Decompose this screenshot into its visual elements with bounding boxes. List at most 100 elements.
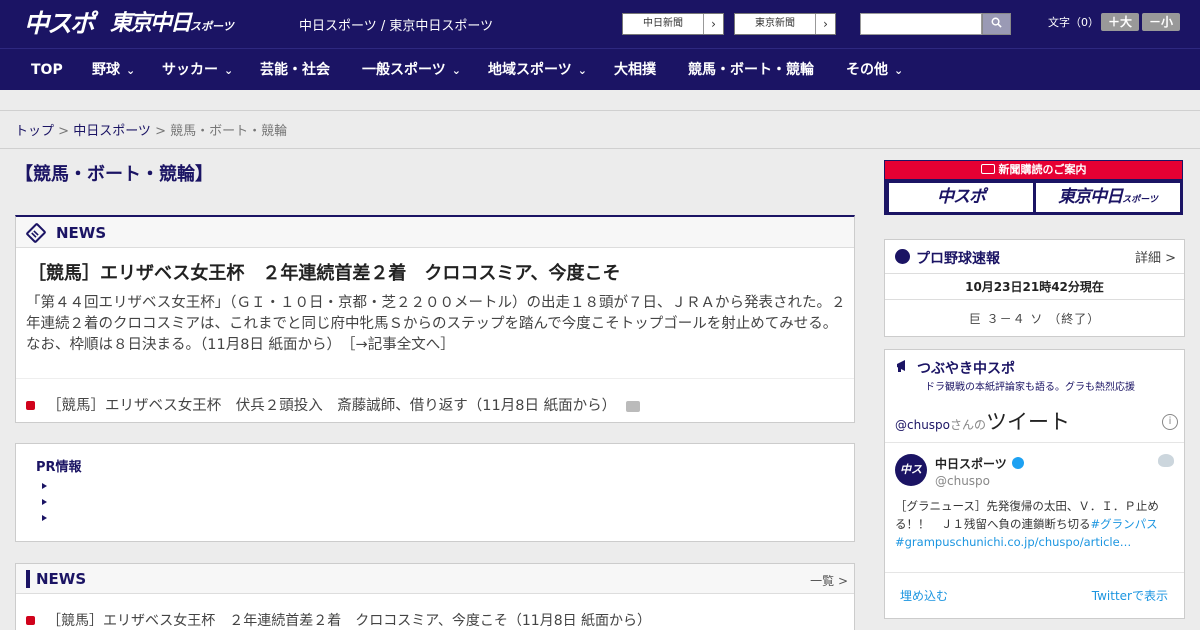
baseball-detail-link[interactable]: 詳細 > bbox=[1135, 247, 1176, 266]
chevron-right-icon: › bbox=[815, 14, 835, 34]
chevron-down-icon: ⌄ bbox=[224, 64, 234, 77]
play-bullet-icon bbox=[26, 616, 35, 625]
list-item[interactable]: ［競馬］エリザベス女王杯 ２年連続首差２着 クロコスミア、今度こそ（11月8日 … bbox=[26, 610, 651, 630]
related-news-text: ［競馬］エリザベス女王杯 伏兵２頭投入 斎藤誠師、借り返す（11月8日 紙面から… bbox=[47, 398, 617, 414]
breadcrumb-current: 競馬・ボート・競輪 bbox=[170, 124, 288, 139]
breadcrumb-separator: > bbox=[54, 124, 74, 139]
twitter-section-subtitle: ドラ観戦の本紙評論家も語る。グラも熱烈応援 bbox=[925, 382, 1135, 393]
subscription-title: 新聞購読のご案内 bbox=[885, 161, 1182, 179]
tweet-hashtag[interactable]: #グランパス bbox=[1091, 517, 1158, 531]
twitter-header-tweet: ツイート bbox=[986, 410, 1071, 434]
tweet-author-handle[interactable]: @chuspo bbox=[935, 474, 990, 488]
nav-top[interactable]: TOP bbox=[31, 49, 63, 91]
embed-link[interactable]: 埋め込む bbox=[900, 587, 948, 604]
site-links[interactable]: 中日スポーツ / 東京中日スポーツ bbox=[299, 15, 493, 34]
nav-label: サッカー bbox=[162, 62, 218, 78]
news-list-header: NEWS 一覧 > bbox=[16, 564, 854, 594]
nav-label: 競馬・ボート・競輪 bbox=[688, 62, 814, 78]
spacer-strip bbox=[0, 90, 1200, 111]
font-size-label: 文字（0） bbox=[1048, 16, 1099, 29]
search-button[interactable] bbox=[982, 13, 1011, 35]
nav-other[interactable]: その他 ⌄ bbox=[846, 49, 903, 91]
news-list-section: NEWS 一覧 > ［競馬］エリザベス女王杯 ２年連続首差２着 クロコスミア、今… bbox=[15, 563, 855, 630]
nav-local-sports[interactable]: 地域スポーツ ⌄ bbox=[488, 49, 587, 91]
nav-general-sports[interactable]: 一般スポーツ ⌄ bbox=[362, 49, 461, 91]
divider bbox=[885, 299, 1184, 300]
tokyo-shimbun-button[interactable]: 東京新聞 › bbox=[734, 13, 836, 35]
twitter-bird-icon[interactable] bbox=[1158, 454, 1174, 467]
tweet-author-name[interactable]: 中日スポーツ bbox=[935, 455, 1024, 472]
font-small-button[interactable]: －小 bbox=[1142, 13, 1180, 31]
news-headline[interactable]: ［競馬］エリザベス女王杯 ２年連続首差２着 クロコスミア、今度こそ bbox=[28, 259, 621, 285]
tokyo-logo-text: 東京中日 bbox=[110, 11, 192, 36]
tweet-link[interactable]: #grampuschunichi.co.jp/chuspo/article… bbox=[895, 535, 1131, 549]
twitter-widget: つぶやき中スポ ドラ観戦の本紙評論家も語る。グラも熱烈応援 @chuspoさんの… bbox=[884, 349, 1185, 619]
view-on-twitter-link[interactable]: Twitterで表示 bbox=[1092, 587, 1168, 604]
tweet-text: ［グラニュース］先発復帰の太田、Ｖ．Ｉ．Ｐ止める！！ Ｊ１残留へ負の連鎖断ち切る… bbox=[895, 497, 1177, 551]
nav-soccer[interactable]: サッカー ⌄ bbox=[162, 49, 233, 91]
chevron-right-icon: › bbox=[703, 14, 723, 34]
baseball-title: プロ野球速報 bbox=[916, 251, 1000, 267]
baseball-score[interactable]: 巨 ３－４ ソ （終了） bbox=[885, 310, 1184, 327]
news-header: NEWS bbox=[16, 217, 854, 248]
read-more-link[interactable]: ［→記事全文へ］ bbox=[348, 337, 454, 353]
related-news-item[interactable]: ［競馬］エリザベス女王杯 伏兵２頭投入 斎藤誠師、借り返す（11月8日 紙面から… bbox=[26, 394, 641, 415]
list-item-text: ［競馬］エリザベス女王杯 ２年連続首差２着 クロコスミア、今度こそ（11月8日 … bbox=[47, 613, 652, 629]
tokyo-chunichi-logo[interactable]: 東京中日スポーツ bbox=[1036, 183, 1180, 212]
nav-racing[interactable]: 競馬・ボート・競輪 bbox=[688, 49, 814, 91]
breadcrumb-top-link[interactable]: トップ bbox=[15, 124, 54, 139]
nav-entertainment[interactable]: 芸能・社会 bbox=[260, 49, 330, 91]
baseball-header: プロ野球速報 詳細 > bbox=[885, 240, 1184, 274]
tweet-author-name-text: 中日スポーツ bbox=[935, 457, 1007, 471]
search-icon bbox=[991, 17, 1002, 28]
chevron-down-icon: ⌄ bbox=[451, 64, 461, 77]
subscription-banner[interactable]: 新聞購読のご案内 中スポ 東京中日スポーツ bbox=[884, 160, 1183, 215]
twitter-header-san: さんの bbox=[950, 418, 987, 432]
nav-label: 一般スポーツ bbox=[362, 62, 446, 78]
news-summary: 「第４４回エリザベス女王杯」（ＧＩ・１０日・京都・芝２２００メートル）の出走１８… bbox=[26, 293, 846, 356]
news-list-more-link[interactable]: 一覧 > bbox=[810, 572, 848, 589]
divider bbox=[0, 148, 1200, 149]
tokyo-chunichi-logo[interactable]: 東京中日スポーツ bbox=[110, 8, 234, 40]
newspaper-icon bbox=[980, 164, 995, 174]
breadcrumb-chunichi-link[interactable]: 中日スポーツ bbox=[73, 124, 151, 139]
accent-bar bbox=[26, 570, 30, 588]
chuspo-logo[interactable]: 中スポ bbox=[24, 8, 95, 40]
news-label: NEWS bbox=[56, 224, 107, 242]
breadcrumb: トップ > 中日スポーツ > 競馬・ボート・競輪 bbox=[15, 120, 287, 139]
camera-icon bbox=[626, 400, 641, 412]
twitter-section-title: つぶやき中スポ bbox=[917, 361, 1015, 377]
pr-title: PR情報 bbox=[36, 460, 82, 475]
baseball-scores: プロ野球速報 詳細 > 10月23日21時42分現在 巨 ３－４ ソ （終了） bbox=[884, 239, 1185, 337]
baseball-timestamp: 10月23日21時42分現在 bbox=[965, 280, 1104, 294]
nav-label: TOP bbox=[31, 62, 63, 78]
nav-label: 芸能・社会 bbox=[260, 62, 330, 78]
subscription-label: 新聞購読のご案内 bbox=[998, 163, 1087, 176]
twitter-handle-link[interactable]: @chuspo bbox=[895, 418, 950, 432]
chunichi-shimbun-button[interactable]: 中日新聞 › bbox=[622, 13, 724, 35]
page-title: 【競馬・ボート・競輪】 bbox=[15, 164, 213, 185]
breadcrumb-separator: > bbox=[150, 124, 171, 139]
pr-item[interactable] bbox=[42, 499, 48, 505]
nav-label: 野球 bbox=[92, 62, 120, 78]
chevron-down-icon: ⌄ bbox=[894, 64, 904, 77]
pr-section: PR情報 bbox=[15, 443, 855, 542]
chuspo-logo[interactable]: 中スポ bbox=[889, 183, 1033, 212]
tokyo-shimbun-label: 東京新聞 bbox=[755, 18, 795, 29]
search-input[interactable] bbox=[860, 13, 982, 35]
pr-item[interactable] bbox=[42, 515, 48, 521]
font-large-button[interactable]: ＋大 bbox=[1101, 13, 1139, 31]
pr-item[interactable] bbox=[42, 483, 48, 489]
nav-label: その他 bbox=[846, 62, 888, 78]
play-bullet-icon bbox=[26, 401, 35, 410]
nav-baseball[interactable]: 野球 ⌄ bbox=[92, 49, 135, 91]
tokyo-logo-text: 東京中日 bbox=[1058, 187, 1123, 207]
avatar[interactable]: 中スポ bbox=[895, 454, 927, 508]
nav-label: 地域スポーツ bbox=[488, 62, 572, 78]
main-nav: TOP 野球 ⌄ サッカー ⌄ 芸能・社会 一般スポーツ ⌄ 地域スポーツ ⌄ 大相撲 … bbox=[0, 48, 1200, 90]
divider bbox=[16, 378, 854, 379]
nav-sumo[interactable]: 大相撲 bbox=[614, 49, 656, 91]
newspaper-icon bbox=[26, 223, 46, 243]
info-icon[interactable]: i bbox=[1162, 414, 1178, 430]
top-header: 中スポ 東京中日スポーツ 中日スポーツ / 東京中日スポーツ 中日新聞 › 東京… bbox=[0, 0, 1200, 48]
